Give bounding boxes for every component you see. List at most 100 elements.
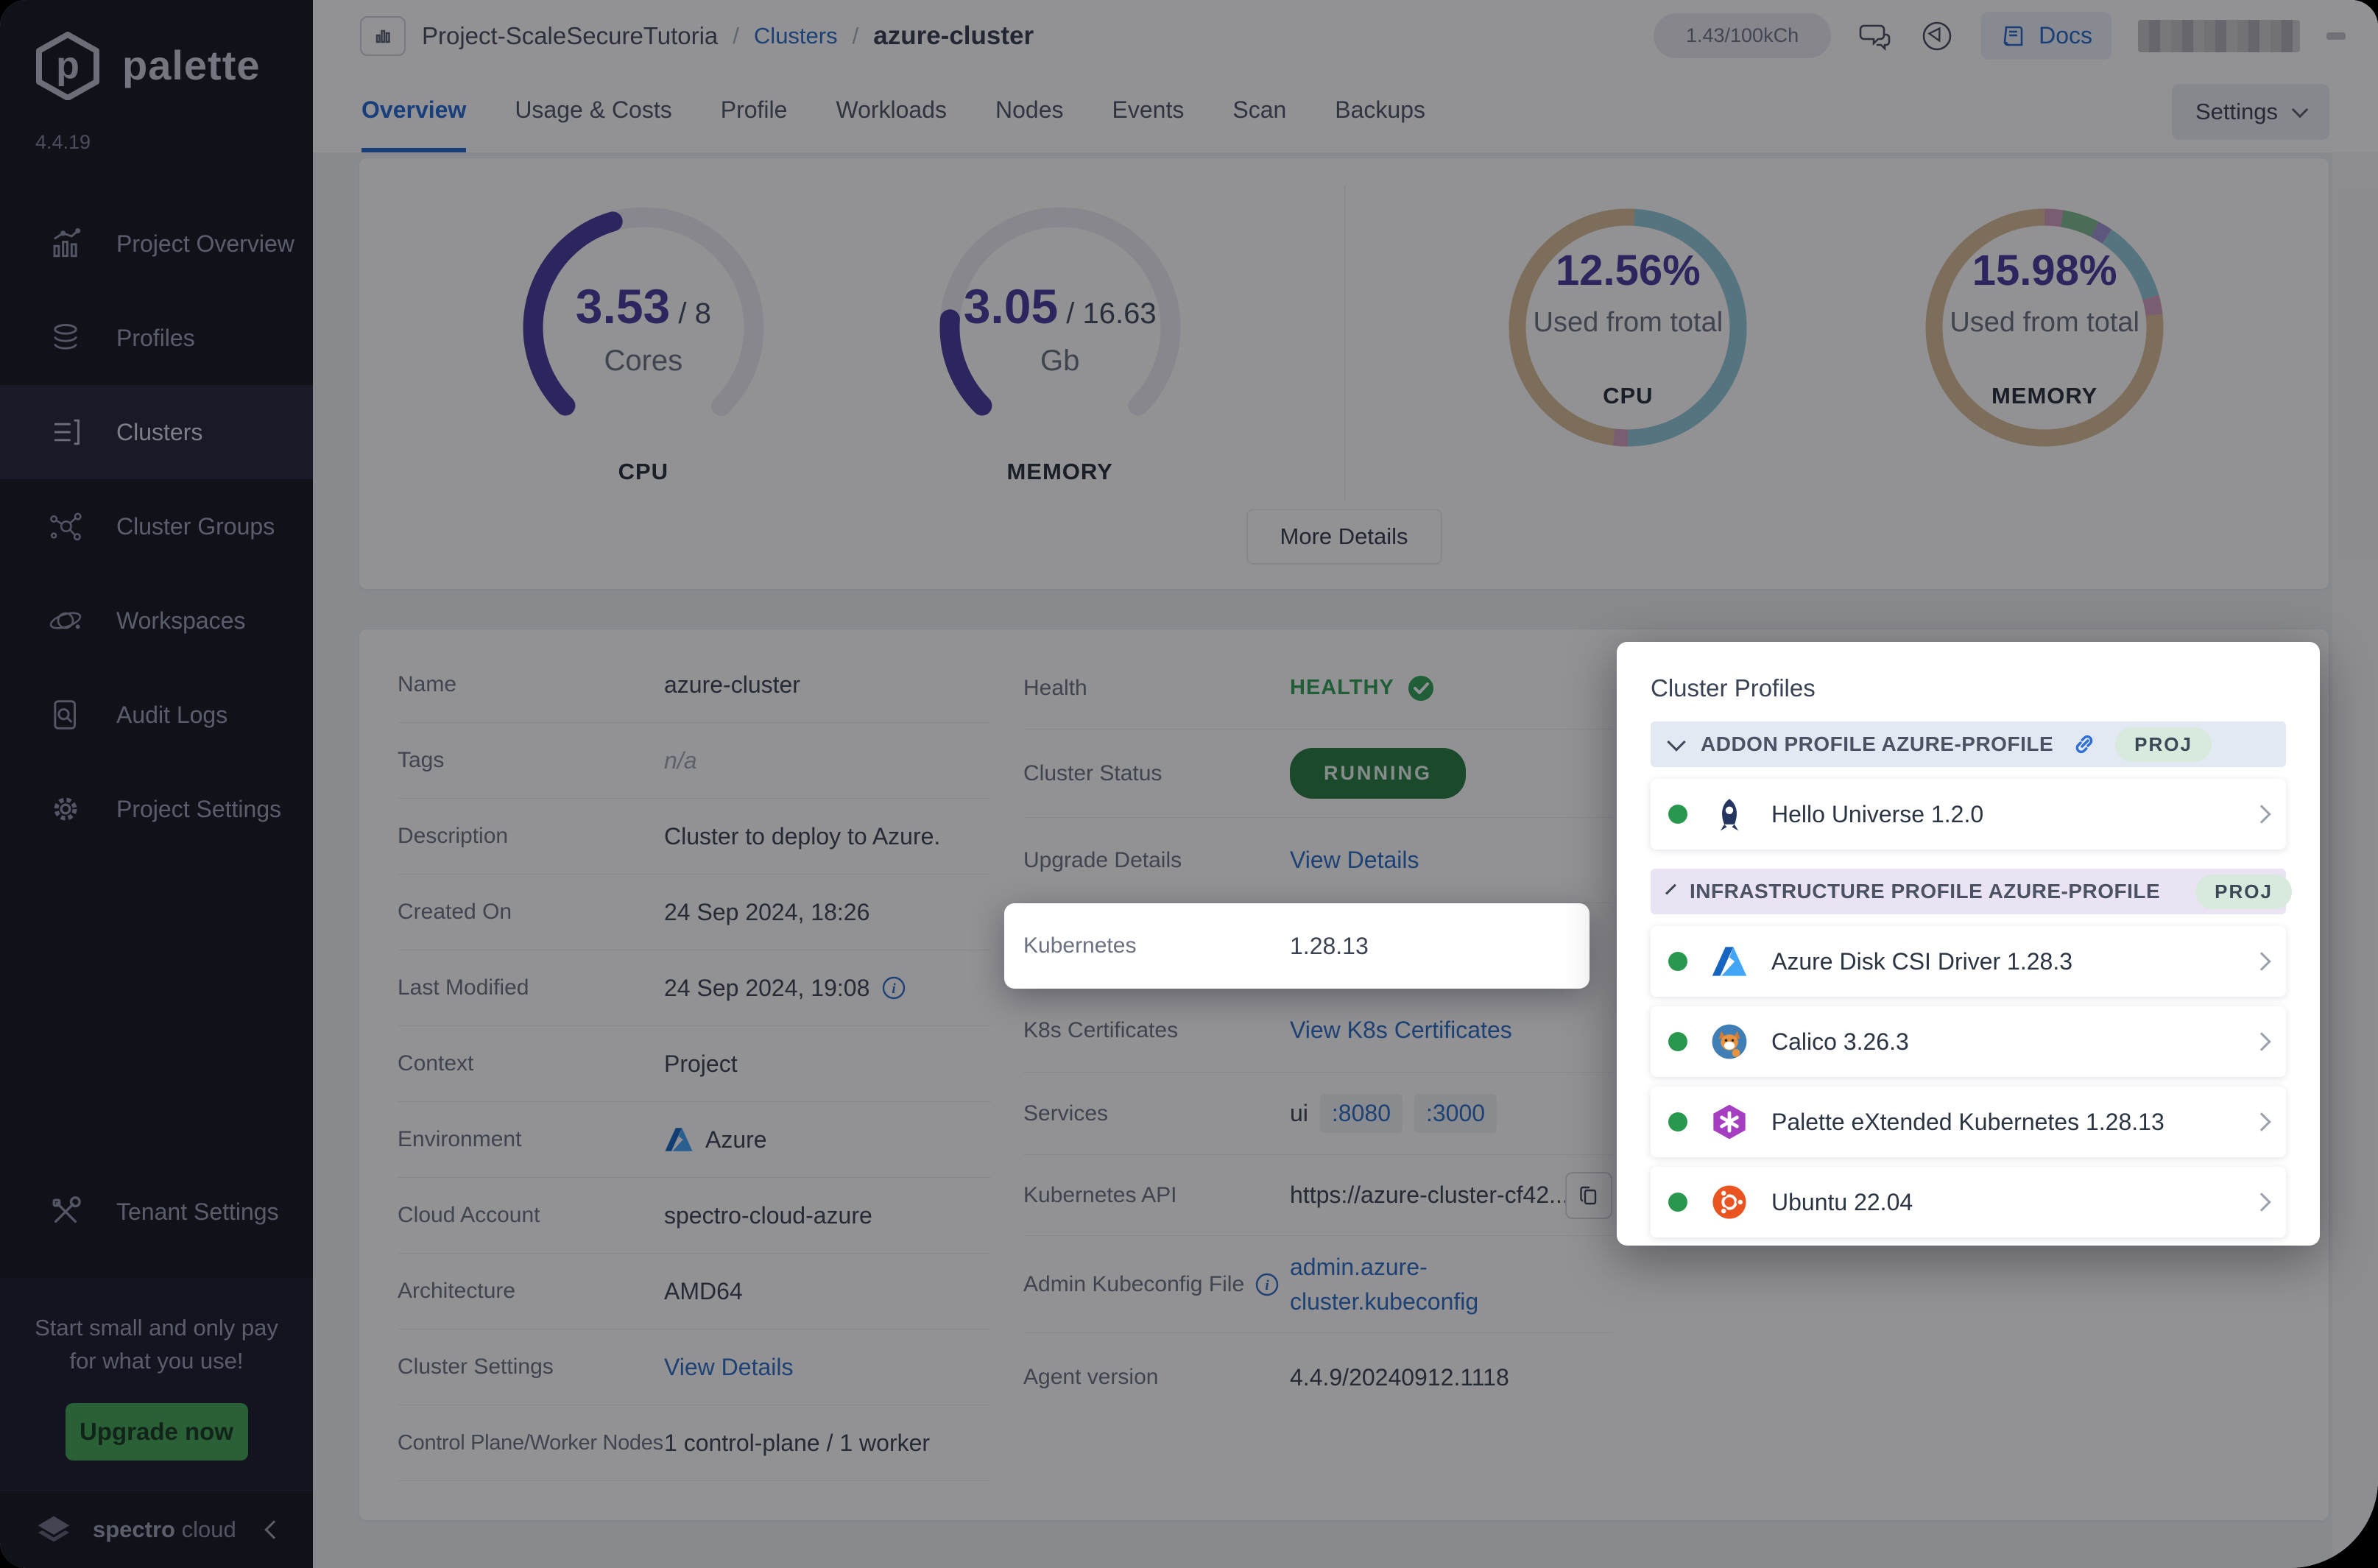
- tab-nodes[interactable]: Nodes: [995, 71, 1064, 152]
- memory-gauge-label: MEMORY: [1006, 459, 1113, 484]
- tab-usage-costs[interactable]: Usage & Costs: [515, 71, 671, 152]
- service-port-3000-link[interactable]: :3000: [1414, 1094, 1497, 1133]
- header-actions: 1.43/100kCh Docs: [1653, 12, 2346, 60]
- sidebar-item-label: Profiles: [116, 324, 195, 351]
- sidebar-item-tenant-settings[interactable]: Tenant Settings: [0, 1165, 313, 1259]
- cpu-donut-caption: Used from total: [1533, 307, 1723, 338]
- profile-pack-hello-universe[interactable]: Hello Universe 1.2.0: [1651, 779, 2286, 850]
- promo-line-1: Start small and only pay: [35, 1315, 278, 1341]
- sidebar-item-label: Clusters: [116, 418, 203, 445]
- redacted-account-icons: [2138, 19, 2300, 52]
- info-icon[interactable]: i: [881, 975, 906, 1000]
- sidebar-item-audit-logs[interactable]: Audit Logs: [0, 668, 313, 762]
- detail-row-services: Services ui :8080 :3000: [1023, 1073, 1612, 1155]
- hello-universe-icon: [1720, 799, 1739, 831]
- sidebar-bottom: Tenant Settings Start small and only pay…: [0, 1165, 313, 1568]
- tab-profile[interactable]: Profile: [721, 71, 788, 152]
- cluster-settings-view-details-link[interactable]: View Details: [664, 1354, 793, 1381]
- detail-row-created-on: Created On 24 Sep 2024, 18:26: [398, 875, 991, 950]
- profile-pack-palette-extended-kubernetes[interactable]: Palette eXtended Kubernetes 1.28.13: [1651, 1087, 2286, 1157]
- kubeconfig-download-link[interactable]: admin.azure- cluster.kubeconfig: [1290, 1250, 1478, 1318]
- cloud-account-value: spectro-cloud-azure: [664, 1201, 872, 1229]
- gear-icon: [54, 797, 77, 821]
- tools-icon: [52, 1196, 81, 1223]
- sidebar-item-label: Tenant Settings: [116, 1198, 279, 1225]
- docs-button[interactable]: Docs: [1981, 12, 2111, 60]
- architecture-value: AMD64: [664, 1277, 743, 1304]
- chevron-down-icon: [1667, 732, 1686, 752]
- info-icon[interactable]: i: [1255, 1272, 1280, 1297]
- sidebar-item-clusters[interactable]: Clusters: [0, 385, 313, 479]
- memory-donut-caption: Used from total: [1950, 307, 2139, 338]
- profile-pack-ubuntu[interactable]: Ubuntu 22.04: [1651, 1167, 2286, 1237]
- page-scrollbar[interactable]: [2332, 152, 2378, 1568]
- explore-button[interactable]: [1919, 18, 1955, 54]
- service-port-8080-link[interactable]: :8080: [1319, 1094, 1403, 1133]
- tab-backups[interactable]: Backups: [1335, 71, 1425, 152]
- upgrade-view-details-link[interactable]: View Details: [1290, 847, 1419, 874]
- copy-api-url-button[interactable]: [1565, 1171, 1612, 1219]
- azure-disk-csi-icon: [1712, 947, 1747, 976]
- view-k8s-certificates-link[interactable]: View K8s Certificates: [1290, 1017, 1512, 1044]
- addon-profile-header[interactable]: ADDON PROFILE AZURE-PROFILE PROJ: [1651, 721, 2286, 767]
- created-on-value: 24 Sep 2024, 18:26: [664, 898, 870, 925]
- brand-name: palette: [122, 41, 261, 88]
- infrastructure-profile-header[interactable]: INFRASTRUCTURE PROFILE AZURE-PROFILE PRO…: [1651, 869, 2292, 914]
- chevron-right-icon: [2252, 1032, 2271, 1051]
- sidebar-item-label: Project Overview: [116, 230, 294, 257]
- tab-scan[interactable]: Scan: [1232, 71, 1286, 152]
- svg-text:p: p: [56, 44, 80, 87]
- azure-icon: [665, 1128, 693, 1151]
- agent-version-value: 4.4.9/20240912.1118: [1290, 1363, 1509, 1391]
- detail-row-health: Health HEALTHY: [1023, 647, 1612, 730]
- details-right-column: Health HEALTHY Cluster Status RUNNING Up…: [1004, 647, 1612, 1481]
- detail-row-environment: Environment Azure: [398, 1102, 991, 1178]
- cpu-gauge-label: CPU: [618, 459, 669, 484]
- svg-text:i: i: [1266, 1278, 1270, 1293]
- health-status-badge: HEALTHY: [1290, 674, 1436, 703]
- top-header: Project-ScaleSecureTutoria / Clusters / …: [313, 0, 2378, 71]
- cluster-profiles-title: Cluster Profiles: [1651, 674, 1816, 702]
- cpu-unit: Cores: [604, 344, 683, 377]
- profile-pack-calico[interactable]: Calico 3.26.3: [1651, 1006, 2286, 1077]
- pack-status-dot: [1668, 952, 1687, 971]
- sidebar-item-label: Cluster Groups: [116, 512, 275, 540]
- link-icon: [2075, 735, 2093, 754]
- project-scope-icon[interactable]: [360, 15, 406, 56]
- cpu-used-percent: 12.56%: [1555, 247, 1701, 294]
- profile-pack-azure-disk-csi[interactable]: Azure Disk CSI Driver 1.28.3: [1651, 926, 2286, 997]
- environment-value: Azure: [664, 1125, 767, 1154]
- details-left-column: Name azure-cluster Tags n/a Description …: [398, 647, 991, 1481]
- breadcrumb-project[interactable]: Project-ScaleSecureTutoria: [422, 22, 718, 50]
- more-details-button[interactable]: More Details: [1246, 509, 1442, 564]
- tab-events[interactable]: Events: [1112, 71, 1185, 152]
- detail-row-description: Description Cluster to deploy to Azure.: [398, 799, 991, 875]
- memory-donut-label: MEMORY: [1991, 383, 2098, 409]
- sidebar-item-project-overview[interactable]: Project Overview: [0, 197, 313, 291]
- sidebar-item-profiles[interactable]: Profiles: [0, 291, 313, 385]
- gauges-section: 3.53 / 8 Cores CPU 3.05 / 16.63 Gb MEMOR…: [359, 158, 1344, 589]
- sidebar-item-label: Workspaces: [116, 607, 246, 634]
- detail-row-architecture: Architecture AMD64: [398, 1254, 991, 1329]
- breadcrumb-clusters-link[interactable]: Clusters: [754, 23, 838, 49]
- chat-button[interactable]: [1857, 18, 1893, 54]
- donuts-section: 12.56% Used from total CPU 15.98% Used f…: [1344, 158, 2329, 589]
- sidebar-item-cluster-groups[interactable]: Cluster Groups: [0, 479, 313, 573]
- upgrade-now-button[interactable]: Upgrade now: [65, 1403, 248, 1461]
- tab-overview[interactable]: Overview: [361, 71, 467, 152]
- context-value: Project: [664, 1050, 738, 1077]
- kubernetes-version-row-spotlight[interactable]: Kubernetes 1.28.13: [1004, 903, 1590, 989]
- chevron-right-icon: [2252, 952, 2271, 971]
- collapse-sidebar-icon[interactable]: [264, 1519, 283, 1539]
- kubernetes-api-url: https://azure-cluster-cf42...: [1290, 1182, 1565, 1208]
- tab-workloads[interactable]: Workloads: [836, 71, 947, 152]
- sidebar: p palette 4.4.19 Project Overview Profil…: [0, 0, 313, 1568]
- breadcrumb-separator: /: [733, 22, 739, 49]
- sidebar-nav: Project Overview Profiles Clusters Clust…: [0, 197, 313, 856]
- sidebar-item-workspaces[interactable]: Workspaces: [0, 573, 313, 668]
- sidebar-item-project-settings[interactable]: Project Settings: [0, 762, 313, 856]
- audit-logs-icon: [54, 700, 76, 730]
- running-status-badge[interactable]: RUNNING: [1290, 748, 1466, 799]
- settings-button[interactable]: Settings: [2171, 84, 2329, 140]
- detail-row-admin-kubeconfig: Admin Kubeconfig File i admin.azure- clu…: [1023, 1236, 1612, 1333]
